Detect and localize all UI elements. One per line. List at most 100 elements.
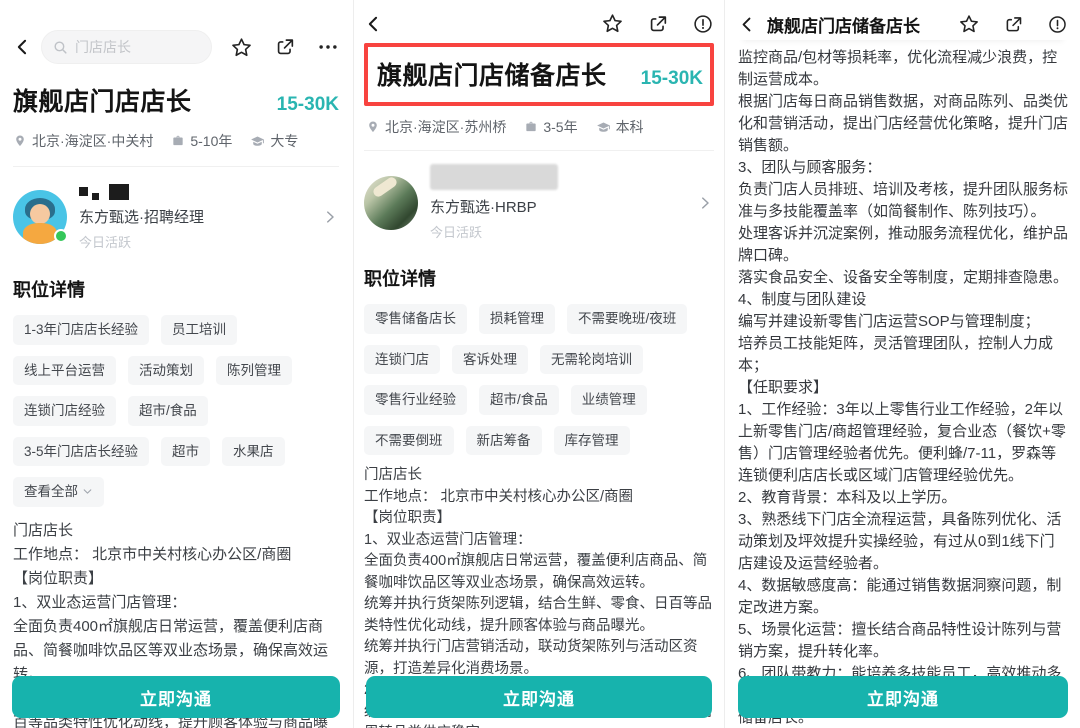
nav-title: 旗舰店门店储备店长 [767, 12, 920, 37]
job-tag: 线上平台运营 [13, 356, 116, 386]
job-tag: 超市 [161, 437, 210, 467]
chevron-right-icon [696, 194, 714, 212]
job-tag: 不需要晚班/夜班 [567, 304, 687, 334]
favorite-star-icon[interactable] [958, 13, 980, 35]
job-education: 本科 [596, 117, 644, 137]
job-tag: 客诉处理 [452, 345, 528, 375]
graduation-cap-icon [250, 134, 265, 149]
job-detail-screen-middle: 旗舰店门店储备店长 15-30K 北京·海淀区·苏州桥 3-5年 本科 [353, 0, 725, 728]
job-tag: 活动策划 [128, 356, 204, 386]
job-title: 旗舰店门店店长 [13, 82, 192, 118]
back-icon[interactable] [738, 15, 757, 34]
recruiter-info: 东方甄选·HRBP 今日活跃 [430, 164, 558, 241]
report-alert-icon[interactable] [692, 13, 714, 35]
job-description: 监控商品/包材等损耗率，优化流程减少浪费，控制运营成本。 根据门店每日商品销售数… [738, 47, 1068, 728]
job-tags: 1-3年门店店长经验员工培训线上平台运营活动策划陈列管理连锁门店经验超市/食品 3… [13, 315, 339, 507]
recruiter-avatar [364, 176, 418, 230]
job-tag: 新店筹备 [466, 426, 542, 456]
favorite-star-icon[interactable] [601, 12, 624, 35]
job-tag: 无需轮岗培训 [540, 345, 643, 375]
job-tags: 零售储备店长损耗管理不需要晚班/夜班连锁门店客诉处理无需轮岗培训零售行业经验超市… [364, 304, 714, 455]
briefcase-icon [524, 120, 538, 134]
chevron-right-icon [321, 208, 339, 226]
nav-actions [601, 12, 714, 35]
job-tag: 不需要倒班 [364, 426, 454, 456]
job-meta-row: 北京·海淀区·中关村 5-10年 大专 [13, 131, 339, 151]
job-tag: 零售储备店长 [364, 304, 467, 334]
recruiter-activity: 今日活跃 [79, 232, 204, 251]
job-tag: 水果店 [222, 437, 285, 467]
job-tag: 损耗管理 [479, 304, 555, 334]
job-location: 北京·海淀区·中关村 [13, 131, 153, 151]
job-title-row: 旗舰店门店店长 15-30K [13, 82, 339, 118]
job-tag: 连锁门店经验 [13, 396, 116, 426]
job-location-text: 北京·海淀区·中关村 [32, 131, 153, 151]
back-icon[interactable] [364, 14, 384, 34]
recruiter-company-role: 东方甄选·招聘经理 [79, 206, 204, 227]
recruiter-name-censored [79, 182, 204, 200]
show-all-label: 查看全部 [24, 485, 78, 499]
job-education-text: 本科 [616, 117, 644, 137]
job-education-text: 大专 [270, 131, 298, 151]
favorite-star-icon[interactable] [230, 36, 253, 59]
recruiter-company-role: 东方甄选·HRBP [430, 196, 558, 217]
recruiter-activity: 今日活跃 [430, 222, 558, 241]
job-education: 大专 [250, 131, 298, 151]
job-title: 旗舰店门店储备店长 [377, 56, 607, 92]
job-experience: 5-10年 [171, 131, 232, 151]
job-tag: 超市/食品 [128, 396, 208, 426]
job-location: 北京·海淀区·苏州桥 [366, 117, 506, 137]
job-tag: 连锁门店 [364, 345, 440, 375]
top-nav-bar [364, 12, 714, 35]
job-detail-screen-left: 门店店长 旗舰店门店店长 15-30K [0, 0, 352, 728]
online-status-dot [54, 229, 68, 243]
search-icon [52, 39, 69, 56]
share-icon[interactable] [647, 13, 669, 35]
job-experience-text: 5-10年 [190, 131, 232, 151]
search-input[interactable]: 门店店长 [41, 30, 212, 64]
chevron-down-icon [82, 486, 93, 497]
divider [364, 150, 714, 151]
job-experience: 3-5年 [524, 117, 577, 137]
job-salary: 15-30K [277, 94, 339, 116]
share-icon[interactable] [274, 36, 296, 58]
job-tag: 零售行业经验 [364, 385, 467, 415]
recruiter-avatar [13, 190, 67, 244]
recruiter-card[interactable]: 东方甄选·HRBP 今日活跃 [364, 164, 714, 241]
share-icon[interactable] [1003, 14, 1024, 35]
location-pin-icon [13, 134, 27, 148]
job-tag: 3-5年门店店长经验 [13, 437, 149, 467]
job-tag: 1-3年门店店长经验 [13, 315, 149, 345]
more-icon[interactable] [317, 36, 339, 58]
chat-now-button[interactable]: 立即沟通 [366, 676, 712, 718]
back-icon[interactable] [13, 37, 33, 57]
job-tag: 陈列管理 [216, 356, 292, 386]
chat-now-button[interactable]: 立即沟通 [738, 676, 1068, 718]
recruiter-card[interactable]: 东方甄选·招聘经理 今日活跃 [13, 182, 339, 251]
recruiter-info: 东方甄选·招聘经理 今日活跃 [79, 182, 204, 251]
chat-now-button[interactable]: 立即沟通 [12, 676, 340, 718]
nav-actions [230, 36, 339, 59]
details-heading: 职位详情 [13, 276, 339, 302]
briefcase-icon [171, 134, 185, 148]
details-heading: 职位详情 [364, 265, 714, 291]
graduation-cap-icon [596, 120, 611, 135]
location-pin-icon [366, 120, 380, 134]
job-meta-row: 北京·海淀区·苏州桥 3-5年 本科 [364, 117, 714, 137]
job-salary: 15-30K [641, 68, 703, 90]
divider [13, 166, 339, 167]
job-experience-text: 3-5年 [543, 117, 577, 137]
job-tag: 超市/食品 [479, 385, 559, 415]
top-nav-bar: 门店店长 [13, 30, 339, 64]
show-all-tags-button[interactable]: 查看全部 [13, 477, 104, 507]
job-tag: 业绩管理 [571, 385, 647, 415]
screenshot-canvas: 门店店长 旗舰店门店店长 15-30K [0, 0, 1080, 728]
report-alert-icon[interactable] [1047, 14, 1068, 35]
job-detail-screen-right: 旗舰店门店储备店长 监控商品/包材等损耗率，优化流程减少浪费，控制运营成本。 根… [726, 0, 1080, 728]
nav-actions [958, 13, 1068, 35]
highlighted-title-box: 旗舰店门店储备店长 15-30K [364, 43, 714, 106]
search-placeholder: 门店店长 [75, 37, 131, 57]
job-tag: 员工培训 [161, 315, 237, 345]
job-tag: 库存管理 [554, 426, 630, 456]
job-location-text: 北京·海淀区·苏州桥 [385, 117, 506, 137]
